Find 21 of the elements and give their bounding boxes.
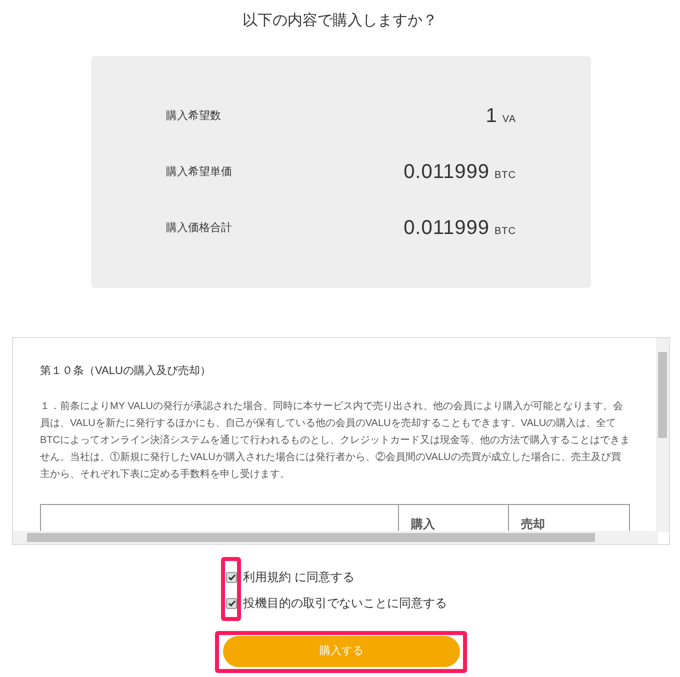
page-heading: 以下の内容で購入しますか？ xyxy=(242,11,438,31)
vertical-scrollbar[interactable] xyxy=(656,338,669,532)
agreement-label: 投機目的の取引でないことに同意する xyxy=(243,595,447,612)
summary-label: 購入希望単価 xyxy=(166,164,232,180)
checkbox[interactable] xyxy=(226,598,237,608)
horizontal-scrollbar[interactable] xyxy=(13,531,658,544)
terms-title: 第１０条（VALUの購入及び売却） xyxy=(40,364,212,379)
summary-label: 購入希望数 xyxy=(166,108,221,124)
highlight-frame xyxy=(221,557,241,621)
summary-value: 1 VA xyxy=(486,104,516,129)
table-header: 売却 xyxy=(521,516,545,530)
summary-label: 購入価格合計 xyxy=(166,220,232,236)
purchase-button[interactable]: 購入する xyxy=(223,636,460,667)
terms-paragraph: １．前条によりMY VALUの発行が承認された場合、同時に本サービス内で売り出され、他の会員により購入が可能となります。会員は、VALUを新たに発行するほかにも、自己が保有している他の会員のVALUを売却することもできます。VALUの購入は、全てBTCによってオンライン決済システムを通じて行われるものとし、クレジットカード又は現金等、他の方法で購入することはできません。当社は、①新規に発行したVALUが購入された場合には発行者から、②会員間のVALUの売買が成立した場合に、売主及び買主から、それぞれ下表に定める手数料を申し受けます。 xyxy=(40,400,630,482)
agreement-label: 利用規約 に同意する xyxy=(243,569,354,586)
checkbox[interactable] xyxy=(226,572,237,582)
check-icon xyxy=(228,574,236,580)
summary-value: 0.011999 BTC xyxy=(404,216,516,241)
check-icon xyxy=(228,600,236,606)
summary-value: 0.011999 BTC xyxy=(404,160,516,185)
table-header: 購入 xyxy=(411,516,435,530)
